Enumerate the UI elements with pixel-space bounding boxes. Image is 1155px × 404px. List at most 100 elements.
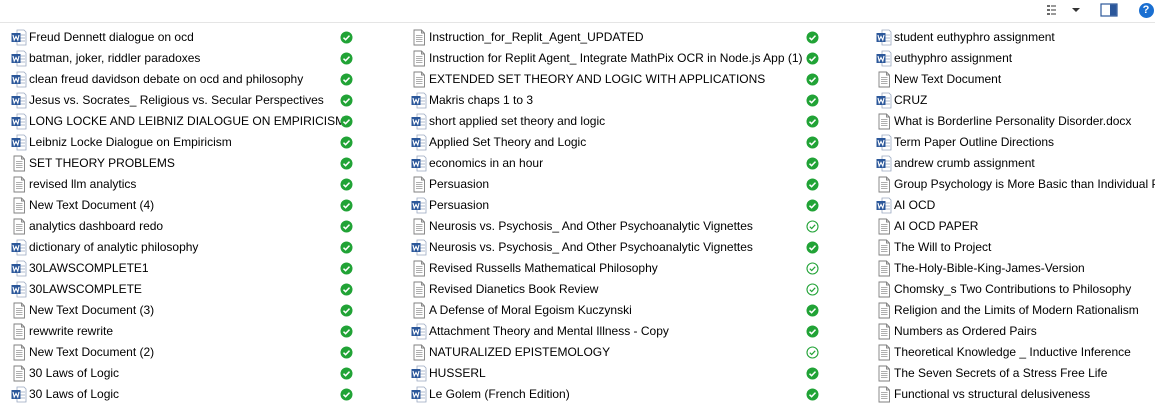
text-document-icon [878, 218, 890, 235]
view-options-icon [1047, 5, 1080, 15]
file-name: Instruction_for_Replit_Agent_UPDATED [429, 30, 644, 44]
file-name: Revised Russells Mathematical Philosophy [429, 261, 658, 275]
file-name: HUSSERL [429, 366, 486, 380]
synced-check-icon [340, 388, 353, 401]
synced-check-icon [340, 157, 353, 170]
word-document-icon [876, 134, 892, 151]
file-name: 30 Laws of Logic [29, 366, 120, 380]
file-name: Persuasion [429, 177, 490, 191]
synced-check-icon [806, 178, 819, 191]
synced-check-icon [340, 304, 353, 317]
file-name: The Will to Project [894, 240, 992, 254]
text-document-icon [413, 71, 425, 88]
file-name: Instruction for Replit Agent_ Integrate … [429, 51, 803, 65]
synced-check-icon [340, 115, 353, 128]
synced-check-icon [340, 325, 353, 338]
word-document-icon [11, 260, 27, 277]
text-document-icon [878, 281, 890, 298]
word-document-icon [876, 29, 892, 46]
synced-check-icon [340, 178, 353, 191]
text-document-icon [878, 302, 890, 319]
synced-check-icon [340, 367, 353, 380]
word-document-icon [876, 50, 892, 67]
file-name: NATURALIZED EPISTEMOLOGY [429, 345, 611, 359]
file-name: Jesus vs. Socrates_ Religious vs. Secula… [29, 93, 324, 107]
word-document-icon [11, 71, 27, 88]
file-name: New Text Document [894, 72, 1002, 86]
file-name: Numbers as Ordered Pairs [894, 324, 1037, 338]
synced-check-icon [340, 52, 353, 65]
file-name: SET THEORY PROBLEMS [29, 156, 175, 170]
view-options-button[interactable] [1043, 0, 1083, 20]
file-name: New Text Document (4) [29, 198, 155, 212]
synced-check-icon [340, 220, 353, 233]
text-document-icon [413, 344, 425, 361]
text-document-icon [878, 344, 890, 361]
text-document-icon [13, 302, 25, 319]
word-document-icon [411, 92, 427, 109]
file-name: A Defense of Moral Egoism Kuczynski [429, 303, 632, 317]
file-name: Religion and the Limits of Modern Ration… [894, 303, 1139, 317]
word-document-icon [876, 155, 892, 172]
file-name: Term Paper Outline Directions [894, 135, 1055, 149]
file-name: 30 Laws of Logic [29, 387, 120, 401]
synced-check-icon [340, 346, 353, 359]
synced-check-icon [340, 136, 353, 149]
synced-check-icon [806, 94, 819, 107]
file-name: Chomsky_s Two Contributions to Philosoph… [894, 282, 1132, 296]
synced-check-icon [806, 388, 819, 401]
text-document-icon [878, 176, 890, 193]
synced-check-icon [806, 52, 819, 65]
preview-pane-button[interactable] [1099, 0, 1119, 20]
word-document-icon [411, 113, 427, 130]
text-document-icon [878, 386, 890, 403]
file-name: short applied set theory and logic [429, 114, 606, 128]
help-button[interactable]: ? [1137, 0, 1155, 20]
word-document-icon [411, 386, 427, 403]
text-document-icon [878, 71, 890, 88]
toolbar: ? [0, 0, 1155, 23]
text-document-icon [413, 281, 425, 298]
synced-check-icon [340, 73, 353, 86]
available-check-icon [806, 220, 819, 233]
file-name: Persuasion [429, 198, 490, 212]
synced-check-icon [806, 241, 819, 254]
file-name: New Text Document (2) [29, 345, 155, 359]
text-document-icon [413, 176, 425, 193]
file-name: economics in an hour [429, 156, 544, 170]
file-name: 30LAWSCOMPLETE [29, 282, 142, 296]
word-document-icon [411, 365, 427, 382]
file-name: Freud Dennett dialogue on ocd [29, 30, 194, 44]
word-document-icon [11, 50, 27, 67]
text-document-icon [413, 302, 425, 319]
word-document-icon [11, 281, 27, 298]
synced-check-icon [340, 241, 353, 254]
text-document-icon [13, 344, 25, 361]
text-document-icon [413, 29, 425, 46]
available-check-icon [806, 346, 819, 359]
file-name: rewwrite rewrite [29, 324, 114, 338]
synced-check-icon [806, 73, 819, 86]
file-name: Revised Dianetics Book Review [429, 282, 599, 296]
text-document-icon [878, 239, 890, 256]
text-document-icon [413, 50, 425, 67]
text-document-icon [878, 323, 890, 340]
synced-check-icon [806, 136, 819, 149]
file-name: What is Borderline Personality Disorder.… [894, 114, 1132, 128]
synced-check-icon [340, 283, 353, 296]
file-name: AI OCD [894, 198, 936, 212]
file-name: LONG LOCKE AND LEIBNIZ DIALOGUE ON EMPIR… [29, 114, 346, 128]
text-document-icon [413, 260, 425, 277]
preview-pane-icon [1100, 3, 1118, 17]
synced-check-icon [340, 94, 353, 107]
text-document-icon [13, 197, 25, 214]
word-document-icon [11, 386, 27, 403]
file-name: Neurosis vs. Psychosis_ And Other Psycho… [429, 240, 753, 254]
text-document-icon [878, 113, 890, 130]
synced-check-icon [806, 199, 819, 212]
word-document-icon [411, 239, 427, 256]
word-document-icon [411, 323, 427, 340]
file-name: andrew crumb assignment [894, 156, 1035, 170]
file-name: Group Psychology is More Basic than Indi… [894, 177, 1155, 191]
text-document-icon [13, 176, 25, 193]
